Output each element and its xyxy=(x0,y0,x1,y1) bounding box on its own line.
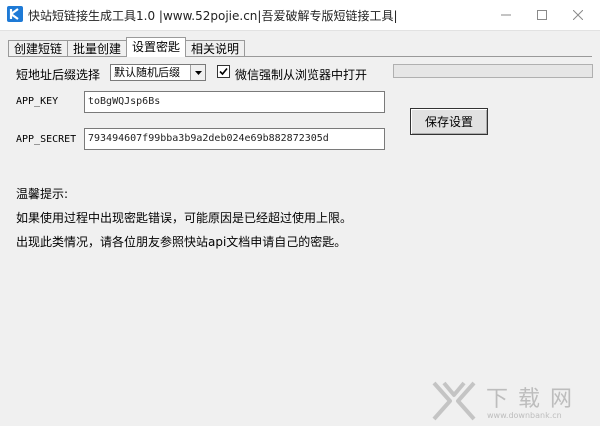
close-icon xyxy=(573,10,583,20)
dropdown-arrow[interactable] xyxy=(190,65,205,80)
minimize-icon xyxy=(501,14,511,16)
app-key-input[interactable]: toBgWQJsp6Bs xyxy=(84,91,385,113)
tab-set-key[interactable]: 设置密匙 xyxy=(126,37,187,57)
tips-line-2: 出现此类情况，请各位朋友参照快站api文档申请自己的密匙。 xyxy=(16,235,347,249)
chevron-down-icon xyxy=(194,70,202,75)
app-secret-input[interactable]: 793494607f99bba3b9a2deb024e69b882872305d xyxy=(84,128,385,150)
tips-line-1: 如果使用过程中出现密匙错误，可能原因是已经超过使用上限。 xyxy=(16,211,353,225)
app-logo-icon xyxy=(7,6,23,22)
tab-create-short-link[interactable]: 创建短链 xyxy=(8,40,69,57)
window-title: 快站短链接生成工具1.0 |www.52pojie.cn|吾爱破解专版短链接工具… xyxy=(28,9,398,23)
tab-divider xyxy=(8,56,592,57)
app-key-label: APP_KEY xyxy=(16,96,59,107)
wechat-checkbox[interactable] xyxy=(217,65,230,78)
close-button[interactable] xyxy=(558,0,598,30)
app-secret-label: APP_SECRET xyxy=(16,134,77,145)
suffix-label: 短地址后缀选择 xyxy=(16,68,101,82)
tips-heading: 温馨提示: xyxy=(16,187,69,201)
client-area: 创建短链 批量创建 设置密匙 相关说明 短地址后缀选择 默认随机后缀 微信强制从… xyxy=(0,30,600,426)
wechat-checkbox-label[interactable]: 微信强制从浏览器中打开 xyxy=(235,66,367,83)
tab-related-info[interactable]: 相关说明 xyxy=(185,40,246,57)
tab-bar: 创建短链 批量创建 设置密匙 相关说明 xyxy=(8,37,246,57)
maximize-button[interactable] xyxy=(522,0,562,30)
maximize-icon xyxy=(537,10,547,20)
minimize-button[interactable] xyxy=(486,0,526,30)
title-bar: 快站短链接生成工具1.0 |www.52pojie.cn|吾爱破解专版短链接工具… xyxy=(0,0,600,30)
suffix-select[interactable]: 默认随机后缀 xyxy=(110,64,206,81)
tab-batch-create[interactable]: 批量创建 xyxy=(67,40,128,57)
watermark-logo-icon xyxy=(432,381,476,421)
watermark-url: www.downbank.cn xyxy=(487,411,562,420)
checkmark-icon xyxy=(219,67,228,76)
suffix-select-value: 默认随机后缀 xyxy=(114,66,180,79)
save-settings-button[interactable]: 保存设置 xyxy=(410,108,488,135)
watermark-text: 下载网 xyxy=(486,387,583,412)
progress-bar xyxy=(393,64,593,78)
